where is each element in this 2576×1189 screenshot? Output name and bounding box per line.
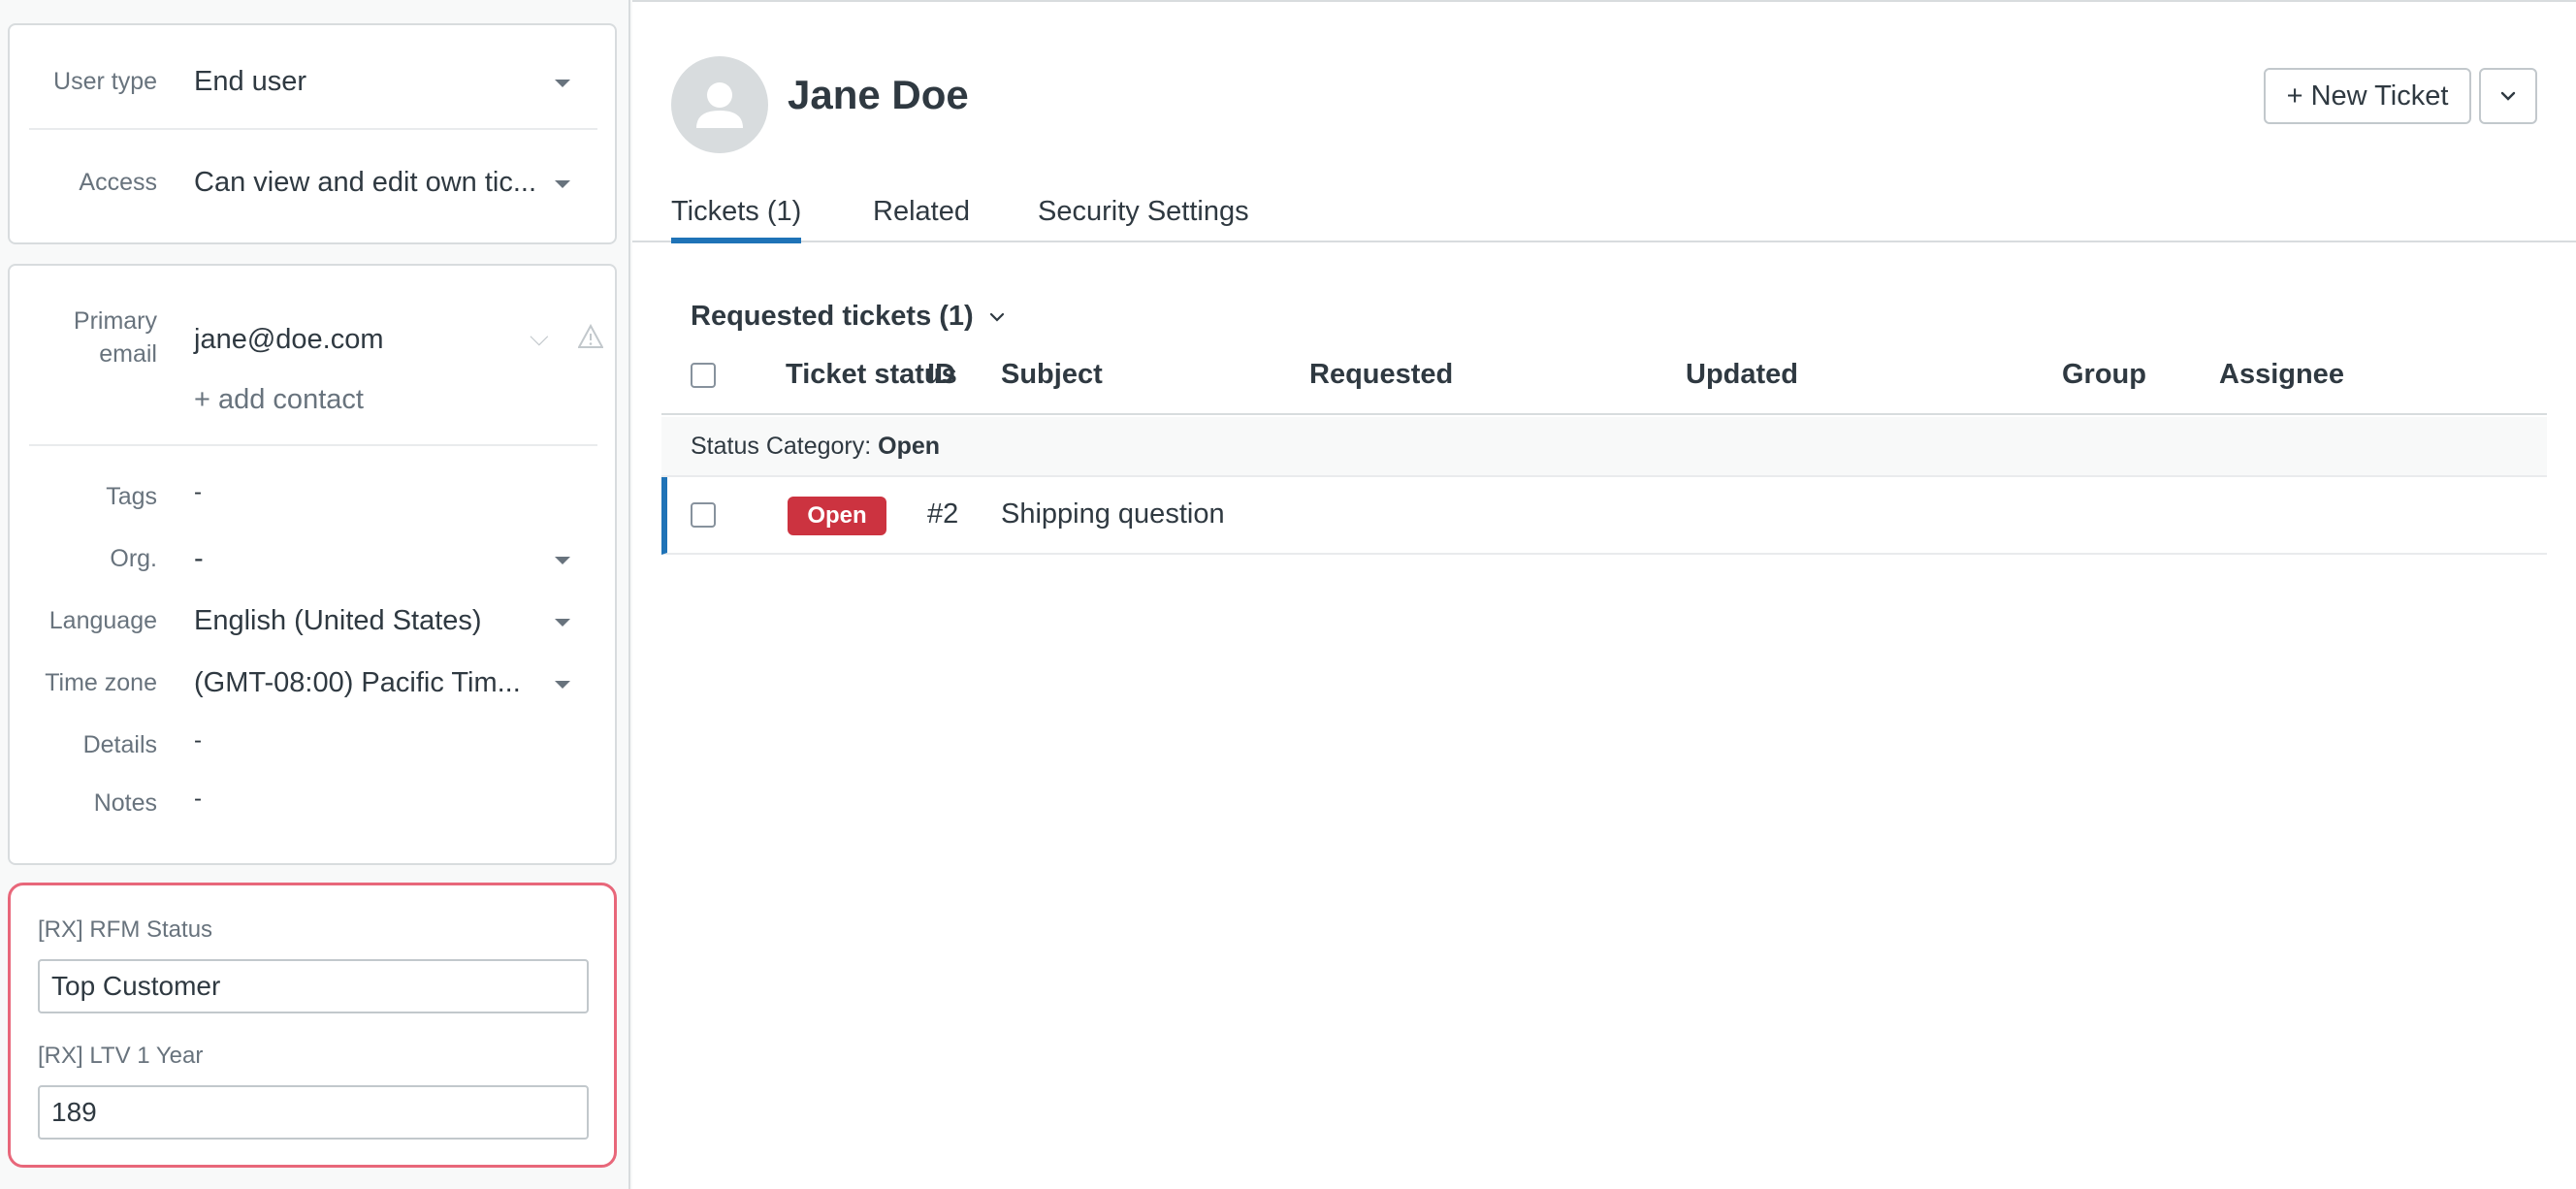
ticket-subject-link[interactable]: Shipping question bbox=[1001, 498, 1225, 530]
column-id[interactable]: ID bbox=[927, 359, 955, 391]
status-category-prefix: Status Category: bbox=[691, 433, 871, 460]
row-checkbox[interactable] bbox=[691, 502, 716, 528]
status-category-group-row: Status Category: Open bbox=[661, 417, 2547, 477]
user-properties-panel: User type End user Access Can view and e… bbox=[0, 0, 630, 1189]
chevron-down-icon[interactable]: ⌵ bbox=[530, 322, 549, 353]
warning-icon bbox=[578, 324, 603, 354]
primary-email-label: Primary email bbox=[74, 305, 157, 370]
user-name-heading: Jane Doe bbox=[788, 72, 969, 118]
chevron-down-icon[interactable] bbox=[555, 557, 570, 564]
add-contact-row: + add contact bbox=[10, 382, 615, 421]
divider bbox=[29, 128, 597, 130]
details-label: Details bbox=[83, 727, 157, 762]
chevron-down-icon bbox=[989, 312, 1005, 322]
access-value[interactable]: Can view and edit own tic... bbox=[194, 165, 536, 200]
user-type-field[interactable]: User type End user bbox=[10, 64, 615, 103]
details-field[interactable]: Details - bbox=[10, 727, 615, 766]
tickets-table-header: Ticket status ID Subject Requested Updat… bbox=[661, 351, 2547, 415]
add-contact-link[interactable]: + add contact bbox=[194, 382, 364, 417]
user-tabs: Tickets (1) Related Security Settings bbox=[632, 186, 2576, 242]
tab-tickets[interactable]: Tickets (1) bbox=[671, 196, 801, 243]
contact-card: Primary email jane@doe.com ⌵ + add conta… bbox=[8, 264, 617, 865]
chevron-down-icon[interactable] bbox=[555, 80, 570, 87]
user-silhouette-icon bbox=[671, 56, 768, 153]
chevron-down-icon bbox=[2500, 91, 2516, 101]
chevron-down-icon[interactable] bbox=[555, 619, 570, 627]
role-card: User type End user Access Can view and e… bbox=[8, 23, 617, 244]
time-zone-label: Time zone bbox=[45, 665, 157, 700]
status-category-label: Status Category: Open bbox=[691, 433, 940, 461]
rfm-status-label: [RX] RFM Status bbox=[38, 916, 212, 944]
org-field[interactable]: Org. - bbox=[10, 541, 615, 580]
primary-email-field: Primary email jane@doe.com ⌵ bbox=[10, 305, 615, 382]
avatar bbox=[671, 56, 768, 153]
time-zone-field[interactable]: Time zone (GMT-08:00) Pacific Tim... bbox=[10, 665, 615, 704]
rfm-status-input[interactable]: Top Customer bbox=[38, 959, 589, 1013]
custom-fields-card: [RX] RFM Status Top Customer [RX] LTV 1 … bbox=[8, 883, 617, 1168]
requested-tickets-toggle[interactable]: Requested tickets (1) bbox=[691, 301, 1005, 333]
requested-tickets-title: Requested tickets (1) bbox=[691, 301, 974, 332]
column-group[interactable]: Group bbox=[2062, 359, 2146, 391]
divider bbox=[29, 444, 597, 446]
access-field[interactable]: Access Can view and edit own tic... bbox=[10, 165, 615, 204]
chevron-down-icon[interactable] bbox=[555, 681, 570, 689]
user-type-label: User type bbox=[53, 64, 157, 99]
column-requested[interactable]: Requested bbox=[1309, 359, 1453, 391]
notes-field[interactable]: Notes - bbox=[10, 786, 615, 824]
notes-label: Notes bbox=[94, 786, 157, 820]
status-category-value: Open bbox=[878, 433, 940, 460]
select-all-checkbox[interactable] bbox=[691, 363, 716, 388]
ltv-1-year-input[interactable]: 189 bbox=[38, 1085, 589, 1140]
ticket-id: #2 bbox=[927, 498, 958, 530]
language-value[interactable]: English (United States) bbox=[194, 603, 482, 638]
column-subject[interactable]: Subject bbox=[1001, 359, 1103, 391]
table-row[interactable]: Open #2 Shipping question bbox=[661, 477, 2547, 555]
access-label: Access bbox=[79, 165, 157, 200]
tab-related[interactable]: Related bbox=[873, 196, 970, 228]
tags-label: Tags bbox=[106, 479, 157, 514]
tags-field[interactable]: Tags - bbox=[10, 479, 615, 518]
new-ticket-button[interactable]: + New Ticket bbox=[2264, 68, 2471, 124]
column-assignee[interactable]: Assignee bbox=[2219, 359, 2344, 391]
tab-security-settings[interactable]: Security Settings bbox=[1038, 196, 1249, 228]
user-main-area: Jane Doe + New Ticket Tickets (1) Relate… bbox=[632, 0, 2576, 1189]
details-value[interactable]: - bbox=[194, 723, 202, 758]
org-value[interactable]: - bbox=[194, 541, 204, 576]
user-type-value[interactable]: End user bbox=[194, 64, 306, 99]
language-label: Language bbox=[49, 603, 157, 638]
notes-value[interactable]: - bbox=[194, 782, 202, 817]
status-badge: Open bbox=[788, 497, 886, 535]
new-ticket-options-button[interactable] bbox=[2479, 68, 2537, 124]
org-label: Org. bbox=[110, 541, 157, 576]
tags-value[interactable]: - bbox=[194, 475, 202, 510]
column-updated[interactable]: Updated bbox=[1686, 359, 1798, 391]
time-zone-value[interactable]: (GMT-08:00) Pacific Tim... bbox=[194, 665, 521, 700]
chevron-down-icon[interactable] bbox=[555, 180, 570, 188]
primary-email-label-line2: email bbox=[99, 340, 157, 368]
primary-email-label-line1: Primary bbox=[74, 307, 157, 335]
primary-email-value[interactable]: jane@doe.com bbox=[194, 322, 384, 357]
ltv-1-year-label: [RX] LTV 1 Year bbox=[38, 1043, 203, 1070]
language-field[interactable]: Language English (United States) bbox=[10, 603, 615, 642]
